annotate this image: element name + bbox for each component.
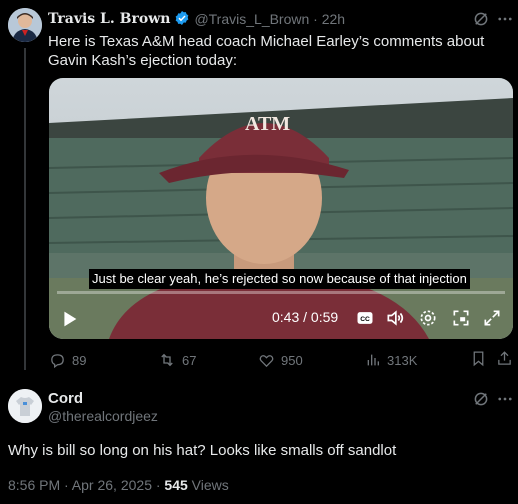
views-icon <box>367 354 379 366</box>
reply-icon <box>51 353 64 368</box>
share-icon[interactable] <box>496 350 516 370</box>
avatar-photo <box>8 389 42 423</box>
grok-icon[interactable] <box>472 10 492 30</box>
thread-line <box>24 48 26 370</box>
tweet-text: Here is Texas A&M head coach Michael Ear… <box>48 33 485 69</box>
settings-icon[interactable] <box>418 308 440 330</box>
video-subtitle: Just be clear yeah, he’s rejected so now… <box>89 269 470 289</box>
like-action[interactable]: 950 <box>258 350 303 370</box>
repost-action[interactable]: 67 <box>158 350 196 370</box>
reply-views-label: Views <box>187 477 229 493</box>
repost-icon <box>161 353 173 367</box>
more-icon[interactable] <box>496 10 516 30</box>
author-name[interactable]: Travis L. Brown <box>48 11 170 27</box>
reply-author-handle[interactable]: @therealcordjeez <box>48 408 158 424</box>
video-time: 0:43 / 0:59 <box>272 309 339 325</box>
like-count: 950 <box>281 352 303 368</box>
views-action[interactable]: 313K <box>365 350 417 370</box>
video-player[interactable]: ATM <box>49 78 513 339</box>
reply-views-count: 545 <box>164 477 188 493</box>
tweet-time[interactable]: 22h <box>322 11 345 27</box>
separator-dot: · <box>309 11 322 27</box>
views-count: 313K <box>387 352 418 368</box>
reply-meta: 8:56 PM · Apr 26, 2025 · 545 Views <box>8 477 229 493</box>
grok-icon[interactable] <box>472 390 492 410</box>
reply-count: 89 <box>72 352 87 368</box>
svg-text:ATM: ATM <box>245 113 290 135</box>
volume-icon[interactable] <box>385 308 407 330</box>
reply-avatar[interactable] <box>8 389 42 423</box>
reply-action[interactable]: 89 <box>49 350 86 370</box>
svg-text:CC: CC <box>360 316 370 323</box>
video-frame: ATM <box>49 78 513 339</box>
repost-count: 67 <box>182 352 197 368</box>
reply-author-name[interactable]: Cord <box>48 390 83 407</box>
author-avatar[interactable] <box>8 8 42 42</box>
avatar-photo <box>8 8 42 42</box>
play-icon[interactable] <box>58 308 80 330</box>
tweet-header: Travis L. Brown @Travis_L_Brown · 22h <box>48 9 345 29</box>
video-progress-track[interactable] <box>57 291 505 294</box>
reply-timestamp[interactable]: 8:56 PM · Apr 26, 2025 · <box>8 477 164 493</box>
fullscreen-icon[interactable] <box>482 308 504 330</box>
more-icon[interactable] <box>496 390 516 410</box>
verified-badge-icon[interactable] <box>174 10 190 29</box>
pip-icon[interactable] <box>451 308 473 330</box>
bookmark-icon[interactable] <box>470 350 490 370</box>
like-icon <box>259 354 274 367</box>
reply-text: Why is bill so long on his hat? Looks li… <box>8 442 397 459</box>
author-handle[interactable]: @Travis_L_Brown <box>194 11 309 27</box>
captions-icon[interactable]: CC <box>355 308 377 330</box>
